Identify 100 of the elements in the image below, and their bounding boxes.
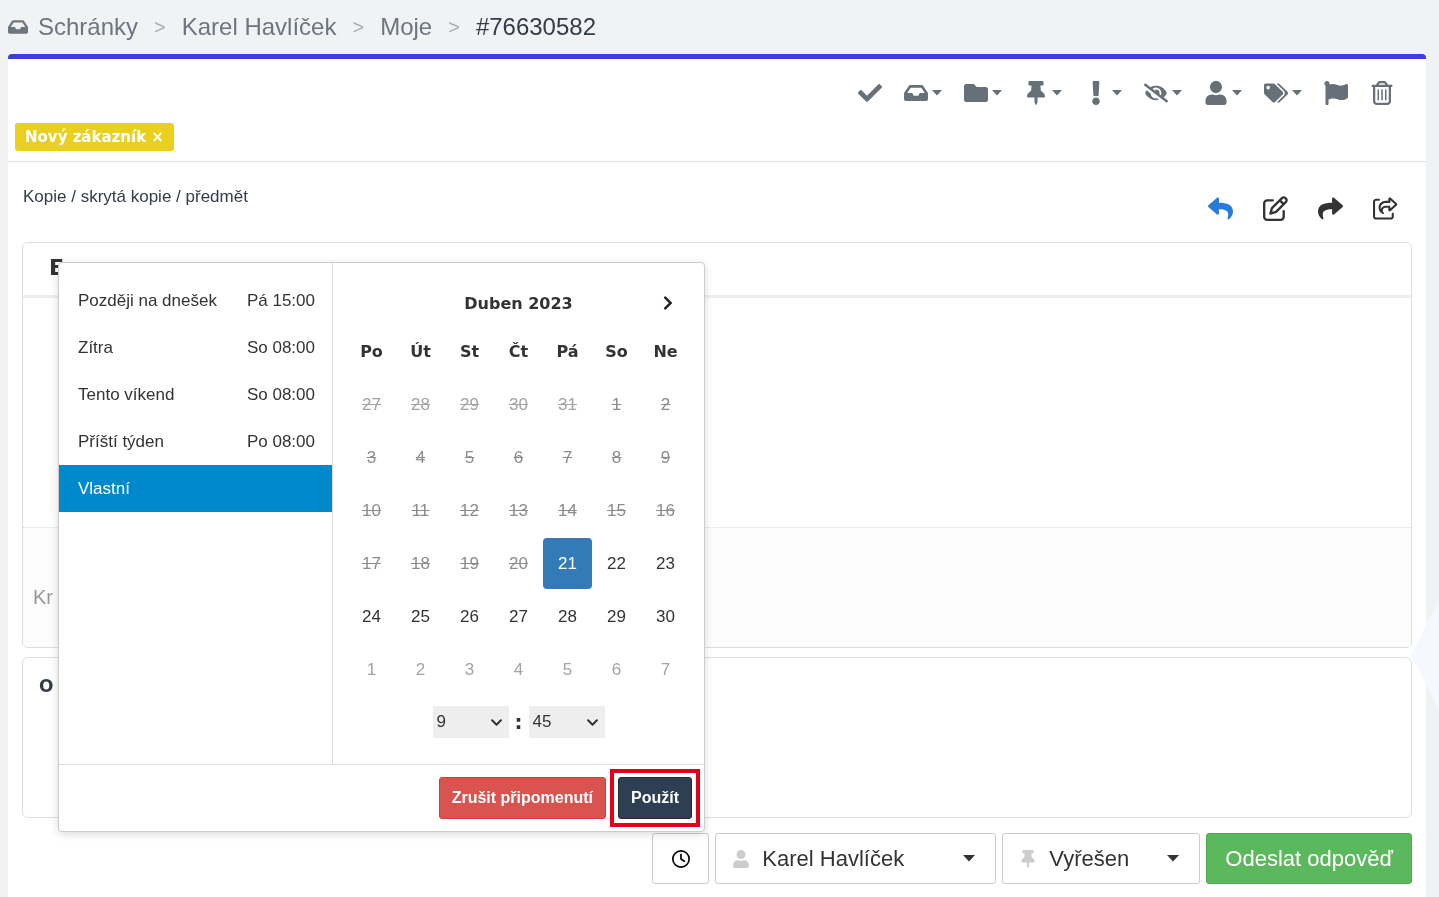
breadcrumb-item[interactable]: Schránky: [38, 13, 139, 41]
calendar-day: 5: [445, 432, 494, 483]
inbox-icon: [8, 17, 28, 37]
check-icon: [858, 81, 882, 105]
user-icon: [1204, 81, 1228, 105]
pin-icon: [1024, 81, 1048, 105]
recipients-toggle-link[interactable]: Kopie / skrytá kopie / předmět: [23, 187, 248, 207]
notes-title: O: [38, 675, 54, 696]
time-separator: :: [514, 710, 523, 734]
apply-button[interactable]: Použít: [618, 777, 692, 819]
calendar-day: 6: [494, 432, 543, 483]
calendar-day: 7: [543, 432, 592, 483]
preset-label: Vlastní: [78, 478, 130, 499]
calendar-day: 27: [347, 379, 396, 430]
calendar-day: 4: [396, 432, 445, 483]
caret-icon: [1052, 90, 1062, 96]
cancel-reminder-button[interactable]: Zrušit připomenutí: [438, 777, 606, 819]
calendar-day: 1: [592, 379, 641, 430]
preset-label: Později na dnešek: [78, 290, 217, 311]
toolbar-button[interactable]: [1144, 81, 1182, 105]
preset-time: Po 08:00: [246, 431, 315, 452]
hour-select[interactable]: 9: [432, 706, 509, 738]
weekday-label: Po: [360, 342, 383, 361]
editor-footer-text: Kr: [33, 586, 53, 608]
toolbar-button[interactable]: [1024, 81, 1062, 105]
preset-time: So 08:00: [246, 384, 315, 405]
breadcrumb-item[interactable]: Moje: [380, 13, 433, 41]
calendar-day[interactable]: 27: [494, 591, 543, 642]
calendar-day[interactable]: 30: [641, 591, 690, 642]
preset-option[interactable]: Vlastní: [59, 465, 332, 512]
caret-icon: [932, 90, 942, 96]
user-icon: [732, 849, 751, 868]
preset-label: Zítra: [78, 337, 113, 358]
forward-button[interactable]: [1318, 196, 1343, 221]
toolbar-button[interactable]: [1264, 81, 1302, 105]
calendar-day[interactable]: 28: [543, 591, 592, 642]
toolbar-button[interactable]: [1370, 81, 1394, 105]
toolbar-button[interactable]: [964, 81, 1002, 105]
caret-icon: [1292, 90, 1302, 96]
caret-icon: [963, 855, 976, 862]
calendar-day[interactable]: 23: [641, 538, 690, 589]
calendar-day: 13: [494, 485, 543, 536]
preset-option[interactable]: Příští týden Po 08:00: [59, 418, 332, 465]
preset-time: So 08:00: [246, 337, 315, 358]
share-button[interactable]: [1373, 196, 1398, 221]
minute-select[interactable]: 45: [528, 706, 605, 738]
flag-icon: [1324, 81, 1348, 105]
calendar-day: 9: [641, 432, 690, 483]
calendar-day: 19: [445, 538, 494, 589]
edit-button[interactable]: [1263, 196, 1288, 221]
preset-label: Příští týden: [78, 431, 164, 452]
caret-icon: [1167, 855, 1180, 862]
caret-icon: [1172, 90, 1182, 96]
weekday-label: Út: [410, 342, 431, 361]
calendar-day[interactable]: 24: [347, 591, 396, 642]
calendar-day[interactable]: 25: [396, 591, 445, 642]
calendar-day: 17: [347, 538, 396, 589]
breadcrumb-separator: >: [448, 15, 460, 39]
calendar-day: 30: [494, 379, 543, 430]
assignee-dropdown[interactable]: Karel Havlíček: [715, 833, 997, 884]
calendar-day[interactable]: 22: [592, 538, 641, 589]
reply-button[interactable]: [1208, 196, 1233, 221]
calendar-day: 11: [396, 485, 445, 536]
calendar-day: 29: [445, 379, 494, 430]
calendar-day[interactable]: 29: [592, 591, 641, 642]
preset-label: Tento víkend: [78, 384, 175, 405]
calendar-day: 12: [445, 485, 494, 536]
calendar-day: 8: [592, 432, 641, 483]
breadcrumb-item[interactable]: Karel Havlíček: [181, 13, 337, 41]
caret-icon: [992, 90, 1002, 96]
calendar-day: 20: [494, 538, 543, 589]
weekday-label: St: [459, 342, 480, 361]
toolbar-button[interactable]: [858, 81, 882, 105]
reminder-button[interactable]: [652, 833, 710, 884]
breadcrumb-separator: >: [352, 15, 365, 39]
calendar-day: 10: [347, 485, 396, 536]
breadcrumb-item: #76630582: [475, 13, 596, 41]
calendar-day: 2: [641, 379, 690, 430]
preset-option[interactable]: Tento víkend So 08:00: [59, 371, 332, 418]
weekday-label: So: [605, 342, 628, 361]
preset-option[interactable]: Později na dnešek Pá 15:00: [59, 277, 332, 324]
calendar-day: 28: [396, 379, 445, 430]
calendar-day: 16: [641, 485, 690, 536]
tag: Nový zákazník ×: [15, 123, 174, 151]
toolbar-button[interactable]: [1324, 81, 1348, 105]
preset-option[interactable]: Zítra So 08:00: [59, 324, 332, 371]
caret-icon: [1232, 90, 1242, 96]
weekday-label: Ne: [653, 342, 678, 361]
calendar-day: 14: [543, 485, 592, 536]
calendar-day[interactable]: 26: [445, 591, 494, 642]
calendar-day[interactable]: 21: [543, 538, 592, 589]
tags-icon: [1264, 81, 1288, 105]
status-dropdown[interactable]: Vyřešen: [1002, 833, 1201, 884]
month-title: Duben 2023: [464, 293, 573, 313]
toolbar-button[interactable]: [1204, 81, 1242, 105]
pin-icon: [1019, 849, 1038, 868]
calendar-day: 3: [347, 432, 396, 483]
calendar-day: 31: [543, 379, 592, 430]
weekday-label: Pá: [556, 342, 579, 361]
preset-time: Pá 15:00: [246, 290, 315, 311]
